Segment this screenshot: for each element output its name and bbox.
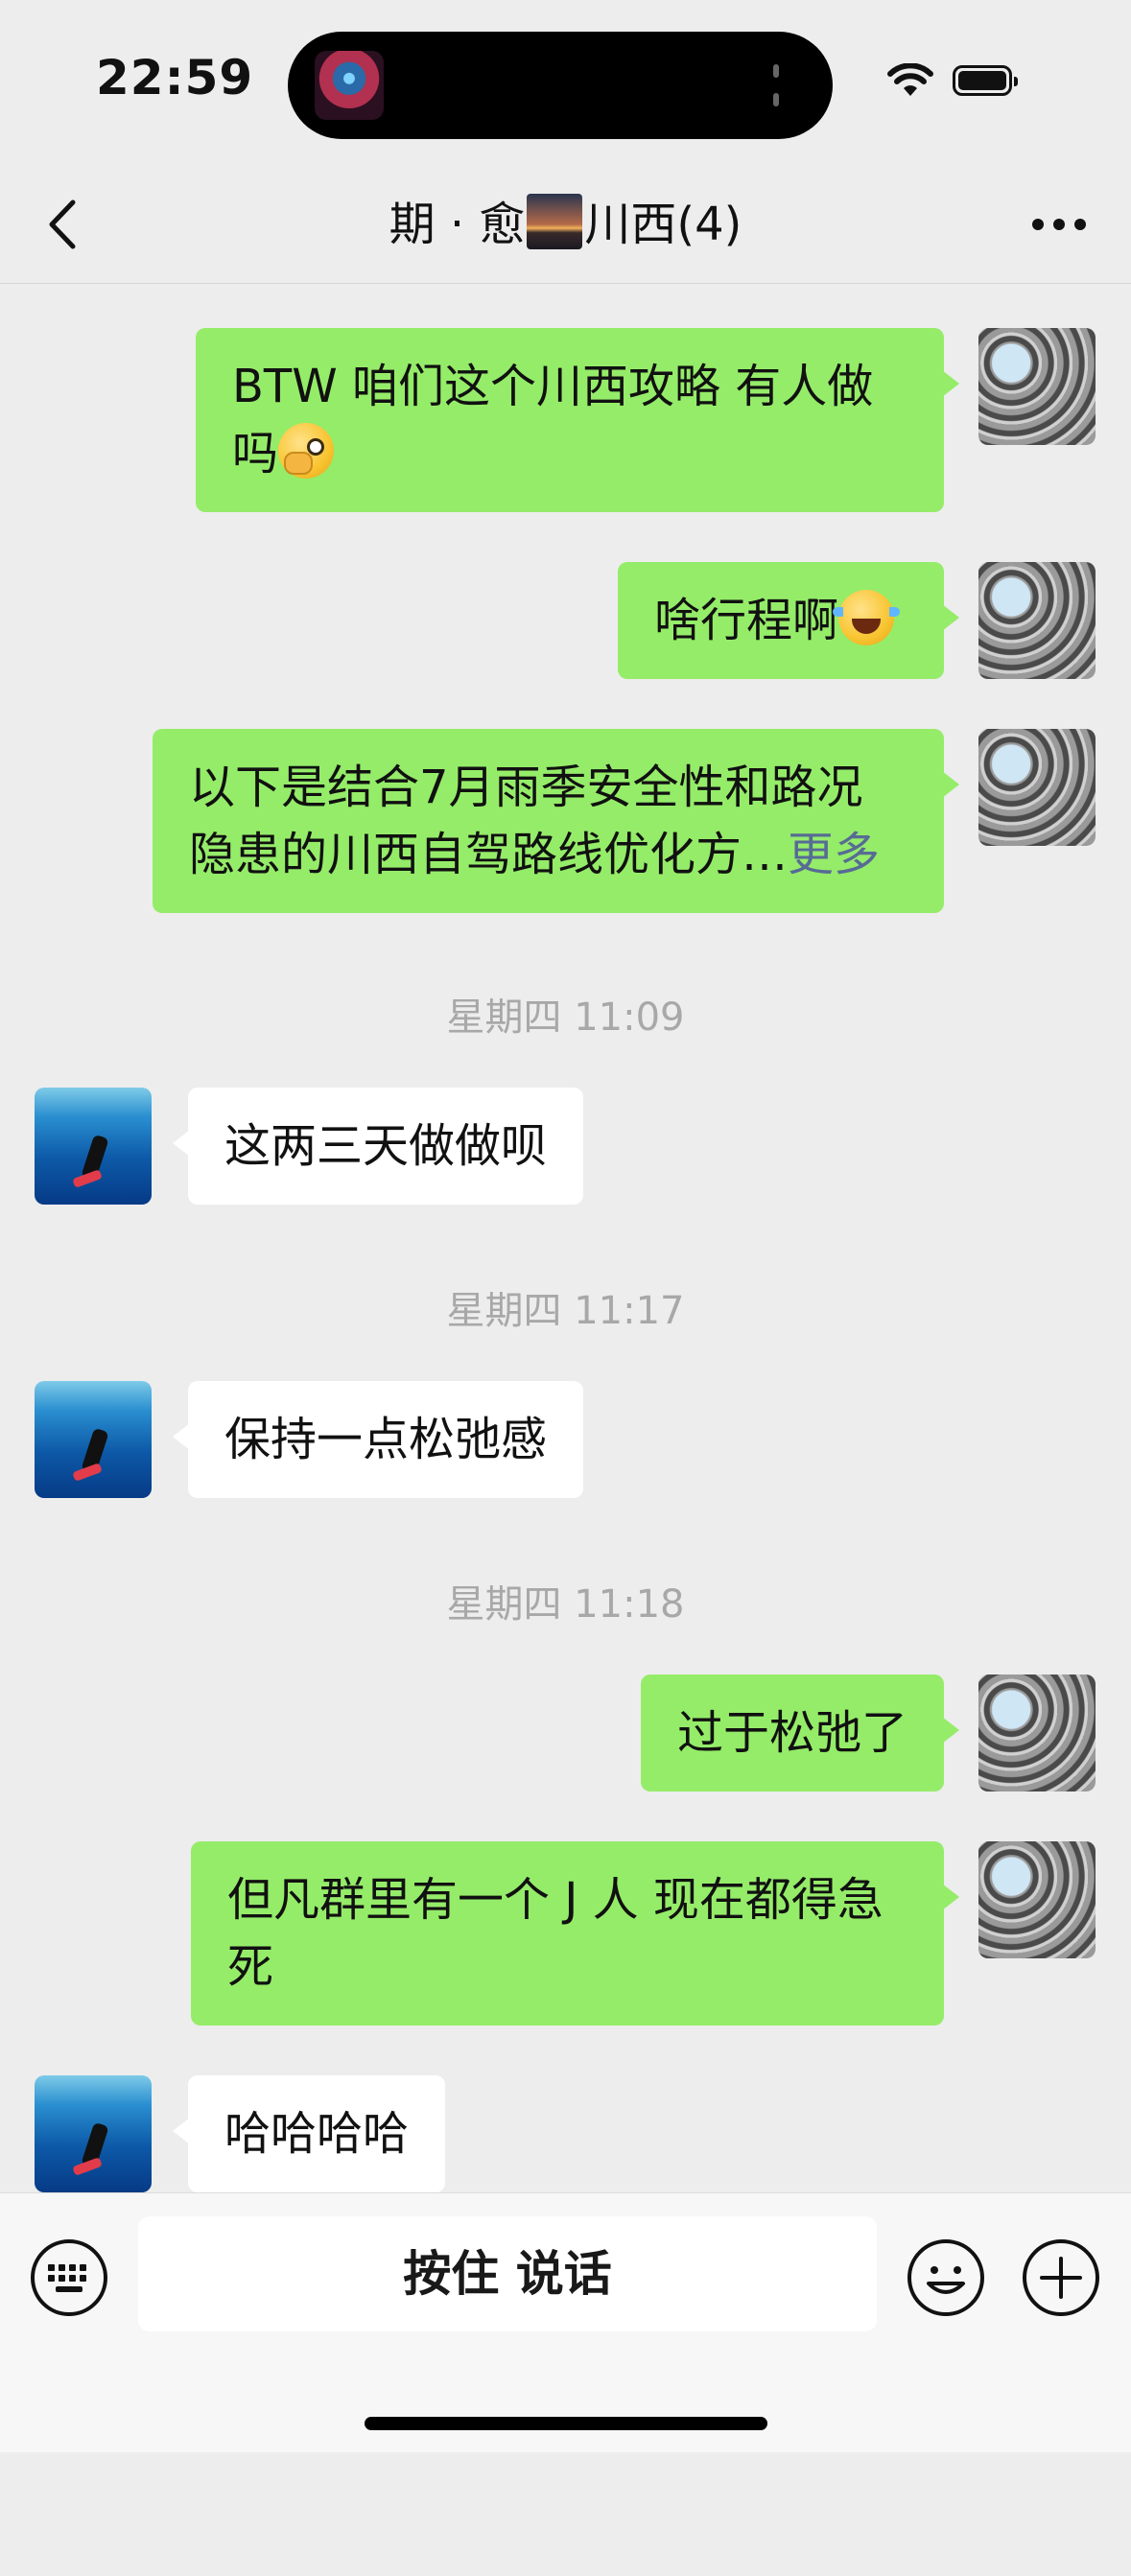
mountain-sunset-image (527, 194, 583, 249)
contact-avatar[interactable] (35, 1088, 152, 1205)
laugh-cry-emoji (833, 590, 901, 645)
message-bubble[interactable]: 过于松弛了 (640, 1674, 960, 1791)
chat-title: 期 · 愈 川西(4) (0, 191, 1131, 258)
hold-to-talk-button[interactable]: 按住 说话 (138, 2216, 877, 2331)
my-avatar[interactable] (978, 729, 1096, 846)
now-playing-artwork (315, 51, 384, 120)
timestamp: 星期四 11:18 (446, 1582, 685, 1627)
message-text: 啥行程啊 (654, 594, 839, 647)
more-options-button[interactable] (1025, 200, 1093, 248)
message-text: 过于松弛了 (676, 1706, 907, 1760)
my-avatar[interactable] (978, 562, 1096, 679)
message-text: 这两三天做做呗 (224, 1119, 548, 1173)
message-bubble[interactable]: 这两三天做做呗 (172, 1088, 584, 1205)
home-indicator[interactable] (365, 2417, 767, 2430)
peeking-eye-emoji (278, 423, 335, 479)
message-text-line: 以下是结合7月雨季安全性和路况 (189, 761, 863, 814)
message-text: 哈哈哈哈 (224, 2107, 410, 2161)
chat-title-suffix: 川西(4) (584, 198, 742, 251)
chat-header: 期 · 愈 川西(4) (0, 168, 1131, 284)
dynamic-island (288, 32, 833, 139)
emoji-button[interactable] (906, 2237, 986, 2318)
message-text: 但凡群里有一个 J 人 现在都得急死 (227, 1873, 884, 1994)
keyboard-icon[interactable] (29, 2237, 109, 2318)
input-bar: 按住 说话 (0, 2192, 1131, 2452)
audio-indicator-icon (766, 64, 787, 106)
message-bubble[interactable]: 保持一点松弛感 (172, 1381, 584, 1498)
timestamp: 星期四 11:09 (446, 995, 685, 1040)
message-bubble[interactable]: 以下是结合7月雨季安全性和路况 隐患的川西自驾路线优化方…更多 (153, 729, 959, 913)
my-avatar[interactable] (978, 1841, 1096, 1958)
contact-avatar[interactable] (35, 2075, 152, 2192)
my-avatar[interactable] (978, 1674, 1096, 1791)
expand-more-link[interactable]: 更多 (788, 828, 880, 881)
contact-avatar[interactable] (35, 1381, 152, 1498)
chat-title-prefix: 期 · 愈 (389, 198, 526, 251)
clock: 22:59 (96, 50, 254, 105)
message-bubble[interactable]: 哈哈哈哈 (172, 2075, 446, 2192)
message-bubble[interactable]: 但凡群里有一个 J 人 现在都得急死 (191, 1841, 959, 2026)
message-bubble[interactable]: BTW 咱们这个川西攻略 有人做吗 (196, 328, 959, 512)
add-more-button[interactable] (1021, 2237, 1101, 2318)
my-avatar[interactable] (978, 328, 1096, 445)
message-bubble[interactable]: 啥行程啊 (618, 562, 959, 679)
message-text: 保持一点松弛感 (224, 1413, 548, 1466)
battery-icon (953, 65, 1018, 96)
wifi-icon (887, 63, 933, 96)
message-text-line: 隐患的川西自驾路线优化方… (189, 828, 789, 881)
status-bar: 22:59 (0, 0, 1131, 168)
timestamp: 星期四 11:17 (446, 1289, 685, 1333)
